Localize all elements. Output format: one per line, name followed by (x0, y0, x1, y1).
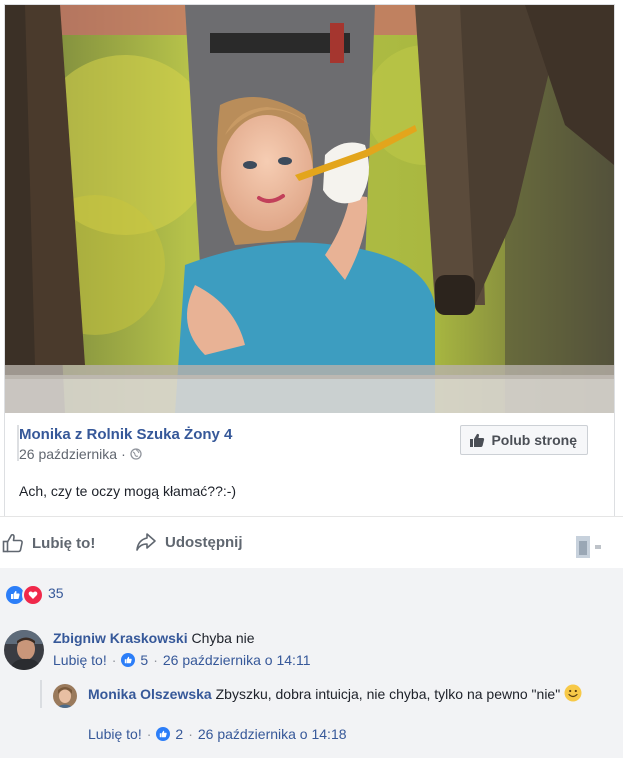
like-label: Lubię to! (32, 534, 96, 552)
comment-like-link[interactable]: Lubię to! (88, 726, 142, 742)
avatar[interactable] (4, 630, 44, 670)
love-reaction-icon (22, 584, 44, 606)
post-date[interactable]: 26 października (19, 446, 117, 462)
share-label: Udostępnij (165, 533, 243, 551)
thumbs-up-icon (470, 433, 485, 447)
meta-separator: · (153, 652, 158, 668)
comment-author[interactable]: Zbigniw Kraskowski (53, 630, 188, 646)
comment-like-link[interactable]: Lubię to! (53, 652, 107, 668)
comment-author[interactable]: Monika Olszewska (88, 686, 212, 702)
reactions-summary[interactable]: 35 (0, 568, 623, 616)
action-bar: Lubię to! Udostępnij (0, 522, 623, 564)
meta-separator: · (188, 726, 193, 742)
reply-body: Monika Olszewska Zbyszku, dobra intuicja… (88, 684, 598, 704)
meta-separator: · (146, 726, 152, 742)
avatar[interactable] (53, 684, 77, 708)
like-reaction-icon (121, 653, 136, 667)
comment-text: Zbyszku, dobra intuicja, nie chyba, tylk… (215, 686, 561, 702)
page-name-link[interactable]: Monika z Rolnik Szuka Żony 4 (19, 426, 232, 443)
comment-meta: Lubię to! · 5 · 26 października o 14:11 (53, 652, 310, 668)
post-image (5, 5, 614, 413)
comments-section: Zbigniw Kraskowski Chyba nie Lubię to! ·… (0, 616, 623, 758)
viewer-avatar-selector[interactable] (576, 536, 603, 558)
globe-icon (130, 448, 142, 460)
post-info-box: Monika z Rolnik Szuka Żony 4 26 paździer… (4, 413, 615, 517)
share-button[interactable]: Udostępnij (135, 532, 243, 552)
thumbs-up-outline-icon (2, 533, 23, 553)
reactions-count[interactable]: 35 (48, 585, 64, 601)
like-page-button[interactable]: Polub stronę (460, 425, 588, 455)
comment-timestamp[interactable]: 26 października o 14:18 (198, 726, 347, 742)
post-text: Ach, czy te oczy mogą kłamać??:-) (19, 483, 237, 499)
reaction-icons (4, 584, 44, 606)
meta-separator: · (111, 652, 117, 668)
divider (0, 516, 623, 517)
reply-meta: Lubię to! · 2 · 26 października o 14:18 (88, 726, 347, 742)
like-reaction-icon (156, 727, 171, 741)
post-photo[interactable] (4, 4, 615, 414)
like-page-label: Polub stronę (491, 432, 577, 448)
share-arrow-icon (136, 533, 156, 551)
post-meta: 26 października · (19, 446, 142, 462)
dropdown-icon (595, 545, 601, 549)
comment-body: Zbigniw Kraskowski Chyba nie (53, 630, 255, 646)
like-button[interactable]: Lubię to! (2, 532, 95, 554)
reply-thread-line (40, 680, 42, 708)
comment-timestamp[interactable]: 26 października o 14:11 (163, 652, 311, 668)
meta-separator: · (121, 446, 126, 462)
comment-text: Chyba nie (191, 630, 255, 646)
smile-emoji-icon (564, 684, 582, 702)
avatar (576, 536, 590, 558)
comment-like-count[interactable]: 5 (140, 652, 148, 668)
comment-like-count[interactable]: 2 (175, 726, 183, 742)
